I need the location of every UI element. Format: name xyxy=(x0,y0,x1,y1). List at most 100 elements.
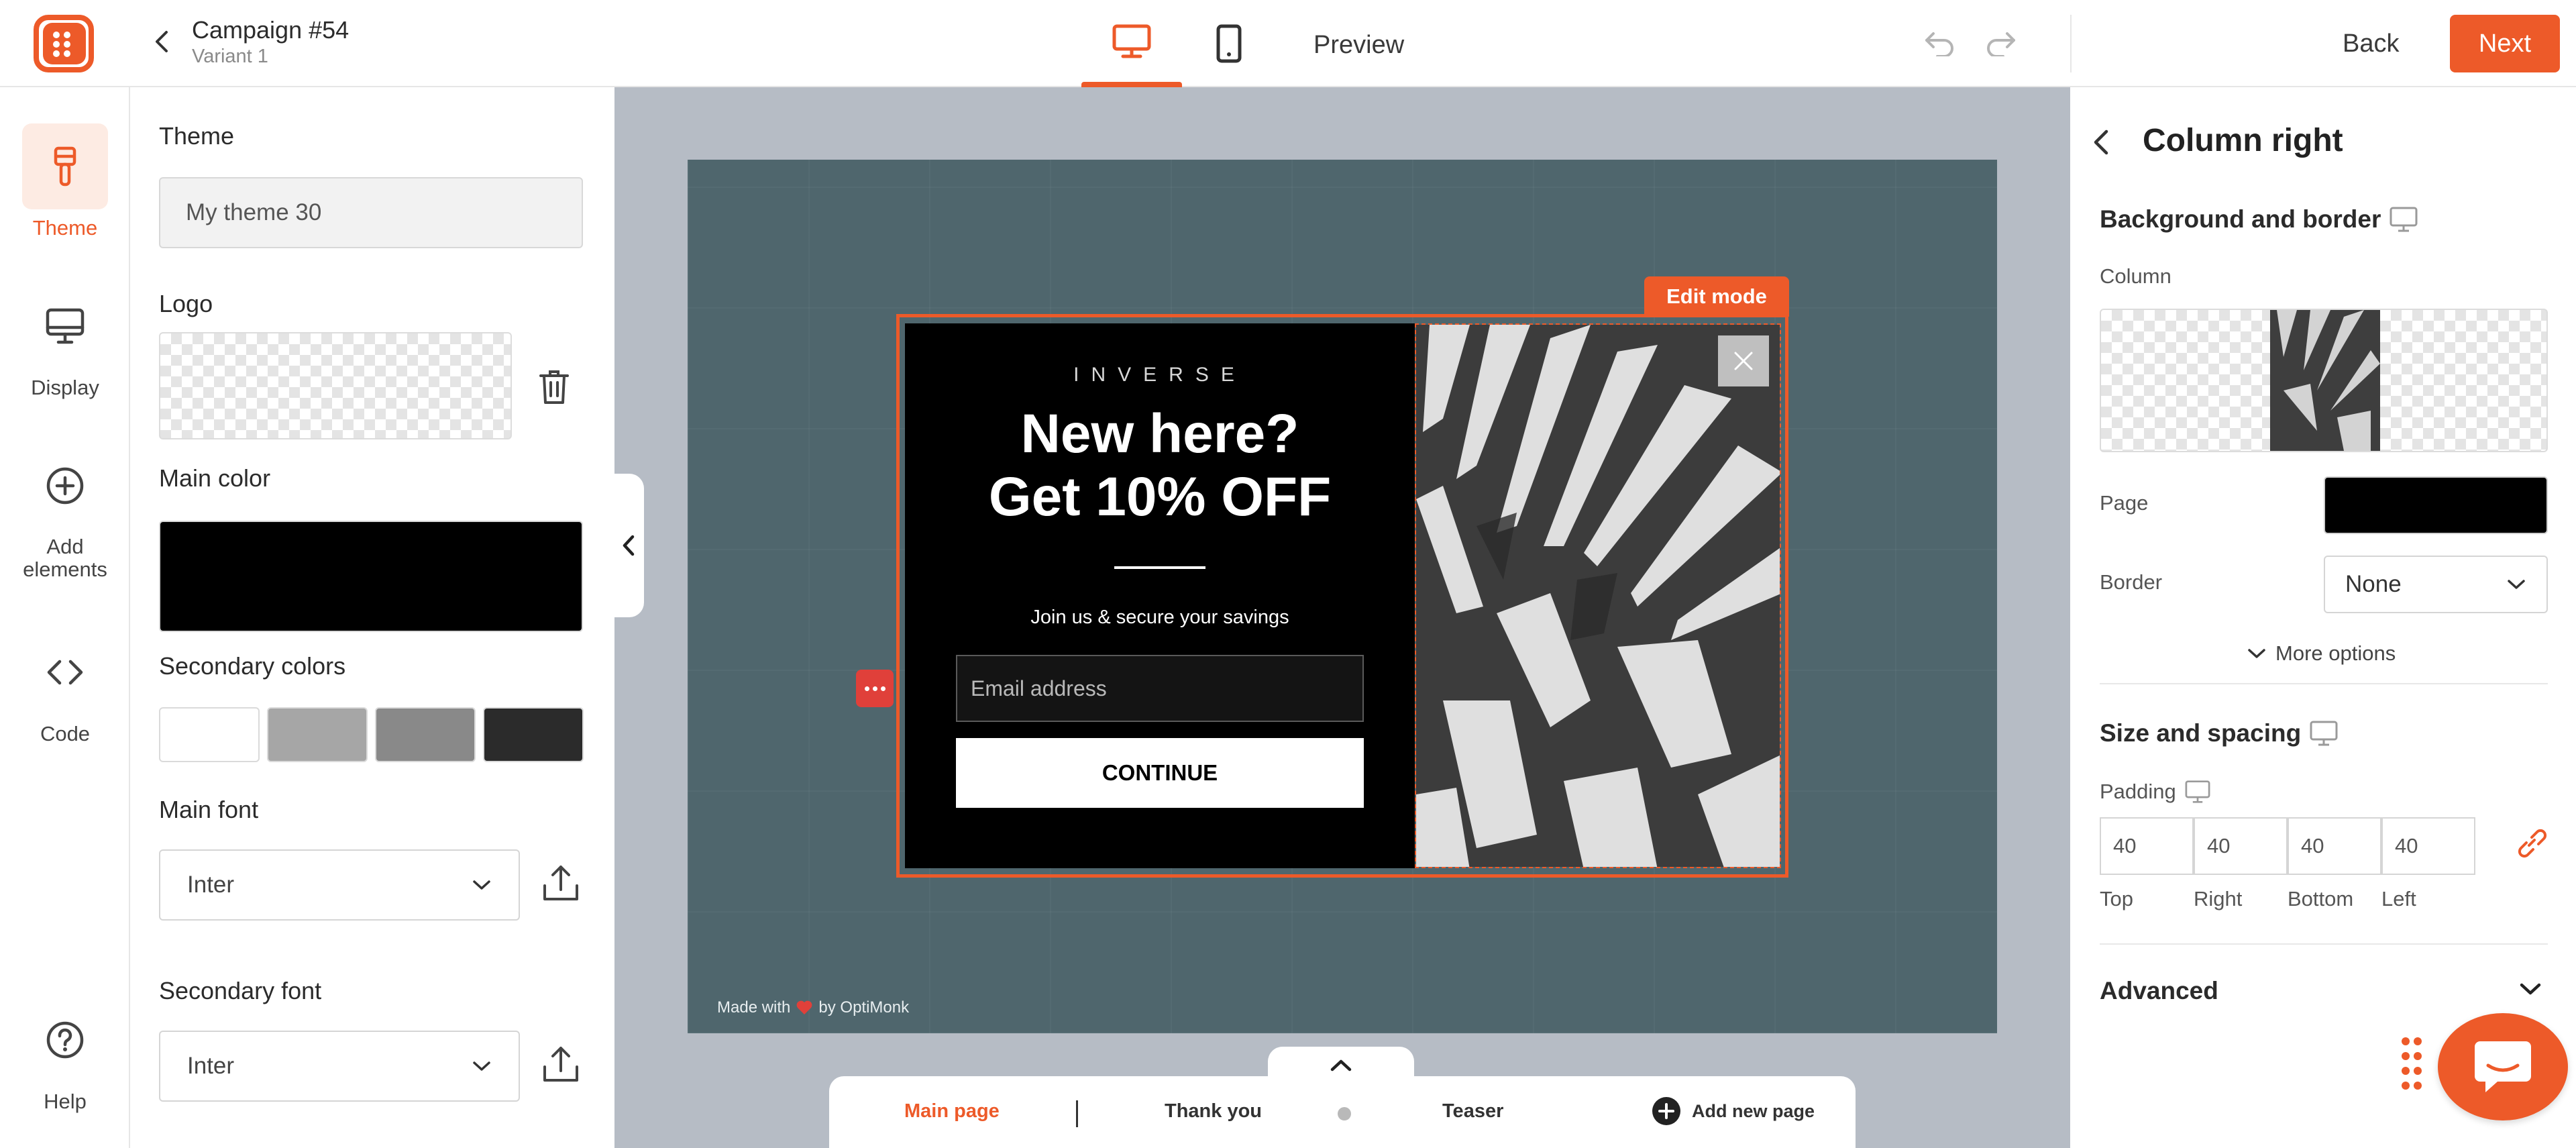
chat-support-button[interactable] xyxy=(2438,1013,2568,1120)
rail-item-label: Theme xyxy=(32,216,98,240)
padding-bottom-input[interactable]: 40 xyxy=(2288,817,2381,875)
top-bar: Campaign #54 Variant 1 Preview Back Next xyxy=(0,0,2576,87)
theme-name-input[interactable]: My theme 30 xyxy=(159,177,583,248)
section-divider xyxy=(2100,683,2548,684)
chevron-down-icon[interactable] xyxy=(2518,981,2542,997)
rail-item-label: Display xyxy=(31,376,99,399)
advanced-heading[interactable]: Advanced xyxy=(2100,977,2218,1005)
brand-logo-text: INVERSE xyxy=(1073,364,1246,386)
desktop-icon xyxy=(2310,721,2338,746)
next-button[interactable]: Next xyxy=(2450,15,2560,72)
chevron-left-icon[interactable] xyxy=(2092,127,2110,157)
main-font-select[interactable]: Inter xyxy=(159,849,520,921)
more-options-label: More options xyxy=(2275,641,2396,665)
theme-label: Theme xyxy=(159,122,235,150)
page-color-label: Page xyxy=(2100,491,2149,515)
size-spacing-heading: Size and spacing xyxy=(2100,719,2339,747)
handle-dot xyxy=(880,686,885,691)
popup-headline[interactable]: New here? Get 10% OFF xyxy=(905,403,1415,529)
redo-icon[interactable] xyxy=(1984,30,2017,56)
variant-name: Variant 1 xyxy=(192,46,268,67)
chevron-down-icon xyxy=(2508,580,2525,589)
add-new-page-label: Add new page xyxy=(1692,1100,1815,1121)
tab-thank-you[interactable]: Thank you xyxy=(1165,1100,1262,1123)
optimonk-logo-icon[interactable] xyxy=(34,15,94,72)
page-tabs-bar: Main page Thank you Teaser Add new page xyxy=(829,1076,1856,1148)
add-new-page-button[interactable]: Add new page xyxy=(1652,1096,1815,1126)
popup-column-right[interactable] xyxy=(1415,323,1781,868)
continue-button[interactable]: CONTINUE xyxy=(956,738,1364,808)
padding-top-label: Top xyxy=(2100,887,2133,910)
undo-icon[interactable] xyxy=(1924,30,1956,56)
close-icon[interactable] xyxy=(1718,335,1769,386)
link-icon[interactable] xyxy=(2514,825,2549,860)
panel-title: Column right xyxy=(2143,123,2343,158)
column-background-image-picker[interactable] xyxy=(2100,309,2548,452)
collapse-panel-button[interactable] xyxy=(613,474,644,617)
tab-main-page[interactable]: Main page xyxy=(904,1100,1000,1123)
secondary-color-swatch[interactable] xyxy=(159,707,260,762)
plus-circle-icon xyxy=(22,443,108,529)
background-border-heading-text: Background and border xyxy=(2100,205,2381,233)
preview-button[interactable]: Preview xyxy=(1313,31,1404,60)
back-to-campaign-chevron-icon[interactable] xyxy=(149,28,176,55)
handle-dot xyxy=(864,686,869,691)
upload-font-icon[interactable] xyxy=(541,1044,581,1084)
made-with-suffix: by OptiMonk xyxy=(818,998,910,1016)
rail-item-display[interactable]: Display xyxy=(0,283,130,400)
rail-item-help[interactable]: Help xyxy=(0,997,130,1114)
rail-item-theme[interactable]: Theme xyxy=(0,123,130,240)
palm-leaf-shadow-image xyxy=(1416,325,1780,867)
padding-label-row: Padding xyxy=(2100,780,2211,804)
padding-right-input[interactable]: 40 xyxy=(2194,817,2288,875)
chevron-up-icon xyxy=(1330,1059,1352,1072)
padding-top-input[interactable]: 40 xyxy=(2100,817,2194,875)
rail-item-code[interactable]: Code xyxy=(0,629,130,746)
border-select[interactable]: None xyxy=(2324,556,2548,613)
element-drag-handle[interactable] xyxy=(856,670,894,707)
background-border-heading: Background and border xyxy=(2100,205,2418,233)
popup-subtext[interactable]: Join us & secure your savings xyxy=(905,607,1415,629)
padding-left-input[interactable]: 40 xyxy=(2381,817,2475,875)
border-label: Border xyxy=(2100,570,2163,594)
code-icon xyxy=(22,629,108,715)
secondary-color-swatch[interactable] xyxy=(375,707,476,762)
edit-mode-tag[interactable]: Edit mode xyxy=(1644,276,1789,317)
topbar-divider xyxy=(2070,15,2072,72)
made-with-prefix: Made with xyxy=(717,998,791,1016)
popup-divider xyxy=(1114,566,1205,569)
logo-upload-area[interactable] xyxy=(159,332,512,439)
back-button[interactable]: Back xyxy=(2343,30,2399,58)
trash-icon[interactable] xyxy=(538,368,570,405)
secondary-color-swatch[interactable] xyxy=(483,707,584,762)
chat-bubble-icon xyxy=(2475,1041,2531,1092)
element-settings-panel: Column right Background and border Colum… xyxy=(2072,87,2576,1148)
secondary-font-select[interactable]: Inter xyxy=(159,1031,520,1102)
page-color-swatch[interactable] xyxy=(2324,476,2548,534)
more-options-toggle[interactable]: More options xyxy=(2247,641,2396,666)
rail-item-add-elements[interactable]: Add elements xyxy=(0,443,130,581)
secondary-color-swatch[interactable] xyxy=(267,707,368,762)
headline-line-1: New here? xyxy=(1020,403,1299,464)
border-value: None xyxy=(2345,571,2402,597)
mobile-view-button[interactable] xyxy=(1216,24,1242,63)
popup-column-left[interactable]: INVERSE New here? Get 10% OFF Join us & … xyxy=(905,323,1415,868)
theme-settings-panel: Theme My theme 30 Logo Main color Second… xyxy=(130,87,614,1148)
chat-drag-handle-icon[interactable] xyxy=(2400,1036,2423,1096)
padding-right-label: Right xyxy=(2194,887,2243,910)
desktop-view-button[interactable] xyxy=(1081,0,1182,87)
help-icon xyxy=(22,997,108,1083)
rail-item-label: Help xyxy=(44,1090,87,1113)
main-font-value: Inter xyxy=(187,872,235,898)
upload-font-icon[interactable] xyxy=(541,863,581,903)
size-spacing-heading-text: Size and spacing xyxy=(2100,719,2302,747)
tab-teaser[interactable]: Teaser xyxy=(1442,1100,1503,1123)
main-color-swatch[interactable] xyxy=(159,521,583,632)
mobile-icon xyxy=(1216,24,1242,63)
headline-line-2: Get 10% OFF xyxy=(988,466,1332,527)
handle-dot xyxy=(872,686,877,691)
email-field[interactable]: Email address xyxy=(956,655,1364,722)
chevron-down-icon xyxy=(473,880,490,890)
desktop-active-indicator xyxy=(1081,82,1182,87)
rail-item-label: Code xyxy=(40,722,91,745)
